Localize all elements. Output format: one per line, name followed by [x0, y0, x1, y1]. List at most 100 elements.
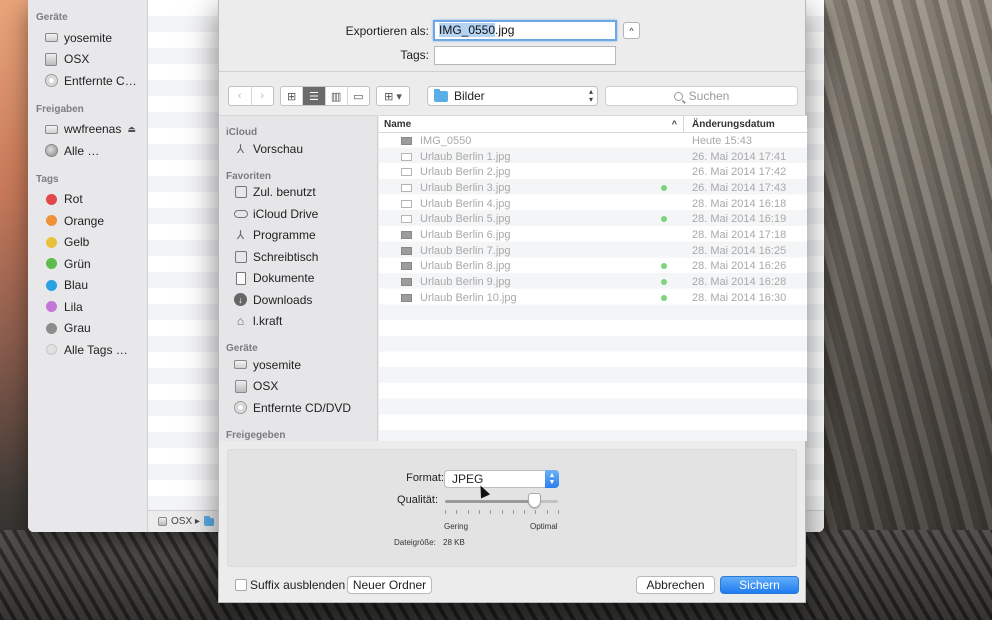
hide-extension-label[interactable]: Suffix ausblenden [250, 578, 345, 592]
server-icon [44, 122, 58, 136]
icon-view-button[interactable]: ⊞ [281, 87, 304, 105]
tag-dot-icon [661, 279, 667, 286]
finder-tag-item[interactable]: Gelb [28, 232, 147, 254]
finder-tag-item[interactable]: Orange [28, 210, 147, 232]
date-column-header[interactable]: Änderungsdatum [684, 116, 807, 132]
file-date: Heute 15:43 [692, 134, 752, 147]
finder-sidebar-item[interactable]: Alle … [28, 140, 147, 162]
slider-tick [535, 510, 537, 514]
file-row[interactable]: IMG_0550 Heute 15:43 [379, 133, 807, 149]
file-row[interactable]: Urlaub Berlin 1.jpg 26. Mai 2014 17:41 [379, 149, 807, 165]
name-column-header[interactable]: Name ^ [379, 116, 684, 132]
dialog-sidebar-label: OSX [253, 379, 279, 394]
finder-tag-item[interactable]: Alle Tags … [28, 339, 147, 361]
network-icon-shape [44, 144, 58, 158]
eject-icon[interactable]: ⏏ [127, 124, 136, 135]
coverflow-view-button[interactable]: ▭ [348, 87, 369, 105]
finder-tag-item[interactable]: Lila [28, 296, 147, 318]
filesize-label: Dateigröße: [394, 538, 436, 547]
search-placeholder: Suchen [688, 89, 730, 103]
dialog-sidebar-label: yosemite [253, 357, 302, 372]
file-row[interactable]: Urlaub Berlin 7.jpg 28. Mai 2014 16:25 [379, 243, 807, 259]
filename-field[interactable]: IMG_0550.jpg [433, 20, 617, 41]
file-name: Urlaub Berlin 3.jpg [420, 181, 511, 194]
finder-sidebar-item[interactable]: Entfernte C… [28, 70, 147, 92]
quality-slider-knob[interactable] [528, 493, 542, 508]
home-icon-shape: ⌂ [236, 314, 245, 329]
image-file-icon [401, 293, 412, 302]
image-file-icon [401, 199, 412, 208]
tag-color-dot [45, 279, 57, 291]
expand-dialog-button[interactable]: ^ [623, 22, 640, 39]
dialog-sidebar-item[interactable]: iCloud Drive [219, 203, 377, 225]
arrange-button[interactable]: ⊞ ▾ [376, 86, 410, 106]
slider-tick [524, 510, 526, 514]
format-popup[interactable]: JPEG ▲ ▼ [444, 470, 559, 488]
tag-dot-icon [661, 184, 667, 191]
file-name: Urlaub Berlin 7.jpg [420, 244, 511, 257]
slider-tick [456, 510, 458, 514]
column-view-button[interactable]: ▥ [326, 87, 348, 105]
finder-tag-item[interactable]: Grau [28, 318, 147, 340]
slider-tick [478, 510, 480, 514]
tags-field[interactable] [434, 46, 616, 65]
dialog-sidebar-item[interactable]: Dokumente [219, 268, 377, 290]
dialog-sidebar-item[interactable]: Entfernte CD/DVD [219, 397, 377, 419]
file-name-cell: Urlaub Berlin 2.jpg [379, 166, 684, 178]
dialog-sidebar-label: Programme [253, 228, 316, 243]
drive-icon [44, 31, 58, 45]
hide-extension-checkbox[interactable] [235, 579, 247, 591]
finder-sidebar-item[interactable]: yosemite [28, 27, 147, 49]
file-row[interactable]: Urlaub Berlin 10.jpg 28. Mai 2014 16:30 [379, 290, 807, 306]
save-button[interactable]: Sichern [720, 576, 799, 594]
finder-sidebar-item[interactable]: wwfreenas ⏏ [28, 119, 147, 141]
dialog-sidebar-item[interactable]: ⅄ Vorschau [219, 138, 377, 160]
finder-sidebar-label: OSX [64, 52, 90, 67]
finder-sidebar-item[interactable]: OSX [28, 49, 147, 71]
file-row[interactable]: Urlaub Berlin 6.jpg 28. Mai 2014 17:18 [379, 227, 807, 243]
file-row[interactable]: Urlaub Berlin 8.jpg 28. Mai 2014 16:26 [379, 259, 807, 275]
back-button[interactable]: ‹ [229, 87, 252, 105]
file-row[interactable]: Urlaub Berlin 4.jpg 28. Mai 2014 16:18 [379, 196, 807, 212]
file-row[interactable]: Urlaub Berlin 9.jpg 28. Mai 2014 16:28 [379, 274, 807, 290]
dialog-sidebar-heading: iCloud [226, 127, 258, 138]
tag-dot-icon [44, 192, 58, 206]
dialog-sidebar-item[interactable]: OSX [219, 376, 377, 398]
quality-slider[interactable] [445, 500, 558, 503]
image-file-icon [401, 183, 412, 192]
new-folder-button[interactable]: Neuer Ordner [347, 576, 432, 594]
list-view-button[interactable]: ☰ [303, 87, 326, 105]
icloud-icon [233, 207, 248, 221]
path-bar-text[interactable]: OSX ▸ [171, 516, 200, 527]
dialog-sidebar-item[interactable]: Schreibtisch [219, 246, 377, 268]
drive-icon-shape [234, 360, 247, 370]
file-date: 28. Mai 2014 16:30 [692, 291, 787, 304]
nav-buttons: ‹ › [228, 86, 274, 106]
file-name: IMG_0550 [420, 134, 472, 147]
finder-tag-item[interactable]: Blau [28, 275, 147, 297]
dialog-sidebar-item[interactable]: ↓ Downloads [219, 289, 377, 311]
cancel-button[interactable]: Abbrechen [636, 576, 715, 594]
location-popup[interactable]: Bilder ▴ ▾ [427, 86, 598, 106]
search-input[interactable]: Suchen [605, 86, 798, 106]
file-name: Urlaub Berlin 6.jpg [420, 228, 511, 241]
file-name-cell: Urlaub Berlin 3.jpg [379, 182, 684, 194]
quality-min-label: Gering [444, 522, 469, 531]
finder-tag-label: Lila [64, 299, 83, 314]
finder-tag-label: Grün [64, 256, 91, 271]
dialog-sidebar-item[interactable]: Zul. benutzt [219, 182, 377, 204]
file-row[interactable]: Urlaub Berlin 2.jpg 26. Mai 2014 17:42 [379, 164, 807, 180]
file-name: Urlaub Berlin 1.jpg [420, 150, 511, 163]
file-date: 26. Mai 2014 17:43 [692, 181, 787, 194]
finder-tag-item[interactable]: Rot [28, 189, 147, 211]
dialog-sidebar-item[interactable]: ⌂ l.kraft [219, 311, 377, 333]
tag-color-dot [45, 236, 57, 248]
dialog-sidebar-item[interactable]: ⅄ Programme [219, 225, 377, 247]
finder-tag-label: Gelb [64, 235, 90, 250]
dialog-sidebar-item[interactable]: yosemite [219, 354, 377, 376]
finder-tag-item[interactable]: Grün [28, 253, 147, 275]
file-row[interactable]: Urlaub Berlin 5.jpg 28. Mai 2014 16:19 [379, 211, 807, 227]
forward-button[interactable]: › [252, 87, 274, 105]
cd-icon [44, 74, 58, 88]
file-row[interactable]: Urlaub Berlin 3.jpg 26. Mai 2014 17:43 [379, 180, 807, 196]
